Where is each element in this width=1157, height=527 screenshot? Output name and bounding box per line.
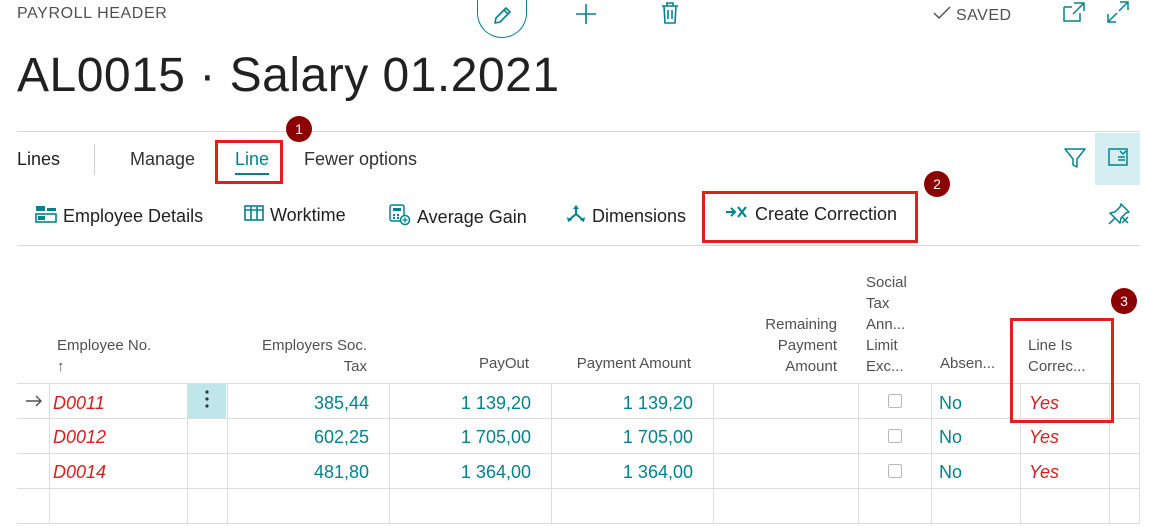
payment-amount-cell: 1 139,20	[622, 393, 693, 413]
col-header-employers-soc-tax[interactable]: Employers Soc. Tax	[229, 335, 367, 377]
pin-actions-button[interactable]	[1107, 202, 1131, 231]
grid-line	[17, 523, 1140, 524]
grid-line	[49, 384, 50, 523]
grid-line	[389, 384, 390, 523]
tab-fewer-options[interactable]: Fewer options	[304, 149, 417, 170]
employee-no-cell[interactable]: D0011	[53, 393, 105, 414]
open-external-icon	[1062, 1, 1086, 28]
grid-line	[227, 384, 228, 523]
highlight-box-line-tab	[215, 140, 283, 184]
filter-button[interactable]	[1063, 146, 1087, 175]
more-vertical-icon	[204, 389, 210, 414]
dimensions-label: Dimensions	[592, 206, 687, 226]
dimensions-button[interactable]: Dimensions	[566, 204, 686, 229]
grid-line	[551, 384, 552, 523]
employers-soc-tax-cell: 602,25	[313, 427, 369, 447]
col-header-payment-amount[interactable]: Payment Amount	[552, 353, 691, 374]
pencil-icon	[491, 5, 513, 32]
col-header-employee-no[interactable]: Employee No. ↑	[57, 335, 151, 377]
divider	[17, 245, 1140, 246]
average-gain-button[interactable]: Average Gain	[389, 204, 527, 231]
checkmark-icon	[932, 5, 952, 26]
employers-soc-tax-cell: 385,44	[313, 393, 369, 413]
grid-line	[17, 383, 1140, 384]
save-status: SAVED	[932, 5, 1012, 26]
pin-icon	[1107, 202, 1131, 231]
absence-cell[interactable]: No	[939, 393, 962, 414]
payout-cell: 1 139,20	[460, 393, 531, 413]
grid-line	[931, 384, 932, 523]
page-title: AL0015 · Salary 01.2021	[17, 49, 560, 102]
grid-line	[17, 488, 1140, 489]
callout-badge-2: 2	[924, 171, 950, 197]
worktime-button[interactable]: Worktime	[244, 204, 346, 227]
divider	[17, 131, 1140, 132]
delete-button[interactable]	[659, 1, 681, 30]
current-row-arrow-icon	[24, 391, 44, 411]
employee-no-cell[interactable]: D0014	[53, 462, 106, 483]
page-type-label: PAYROLL HEADER	[17, 5, 168, 22]
employee-details-button[interactable]: Employee Details	[35, 204, 203, 229]
grid-line	[17, 418, 1140, 419]
open-new-window-button[interactable]	[1062, 1, 1086, 28]
plus-icon	[574, 2, 598, 31]
table-grid-icon	[244, 204, 264, 227]
employee-card-icon	[35, 204, 57, 229]
employee-details-label: Employee Details	[63, 206, 204, 226]
grid-line	[858, 384, 859, 523]
social-tax-limit-checkbox[interactable]	[888, 464, 902, 478]
grid-line	[17, 453, 1140, 454]
edit-button[interactable]	[477, 0, 527, 38]
grid-line	[1139, 384, 1140, 523]
tab-lines[interactable]: Lines	[17, 149, 60, 170]
sort-ascending-icon: ↑	[57, 358, 65, 375]
absence-cell[interactable]: No	[939, 462, 962, 483]
row-actions-button[interactable]	[188, 384, 226, 418]
payout-cell: 1 364,00	[460, 462, 531, 482]
callout-badge-3: 3	[1111, 288, 1137, 314]
col-header-absence[interactable]: Absen...	[940, 353, 995, 374]
payment-amount-cell: 1 364,00	[622, 462, 693, 482]
factbox-toggle-button[interactable]	[1095, 133, 1140, 185]
line-is-correction-cell: Yes	[1029, 427, 1060, 447]
highlight-box-create-correction	[702, 191, 918, 243]
employee-no-cell[interactable]: D0012	[53, 427, 106, 448]
highlight-box-line-is-correction	[1010, 318, 1114, 423]
worktime-label: Worktime	[270, 205, 346, 225]
col-header-payout[interactable]: PayOut	[390, 353, 529, 374]
tab-manage[interactable]: Manage	[130, 149, 195, 170]
social-tax-limit-checkbox[interactable]	[888, 429, 902, 443]
calculator-icon	[389, 204, 411, 231]
grid-line	[713, 384, 714, 523]
expand-icon	[1106, 0, 1130, 29]
trash-icon	[659, 1, 681, 30]
payout-cell: 1 705,00	[460, 427, 531, 447]
dimensions-icon	[566, 204, 586, 229]
average-gain-label: Average Gain	[417, 207, 527, 227]
factbox-icon	[1107, 147, 1129, 172]
col-header-social-tax-limit[interactable]: Social Tax Ann... Limit Exc...	[866, 272, 907, 377]
employers-soc-tax-cell: 481,80	[313, 462, 369, 482]
expand-button[interactable]	[1106, 0, 1130, 29]
line-is-correction-cell: Yes	[1029, 462, 1060, 482]
filter-icon	[1063, 146, 1087, 175]
col-header-remaining-payment-amount[interactable]: Remaining Payment Amount	[714, 314, 837, 377]
social-tax-limit-checkbox[interactable]	[888, 394, 902, 408]
saved-label: SAVED	[956, 6, 1012, 24]
new-button[interactable]	[574, 2, 598, 31]
tab-divider	[94, 144, 95, 175]
absence-cell[interactable]: No	[939, 427, 962, 448]
payment-amount-cell: 1 705,00	[622, 427, 693, 447]
callout-badge-1: 1	[286, 116, 312, 142]
